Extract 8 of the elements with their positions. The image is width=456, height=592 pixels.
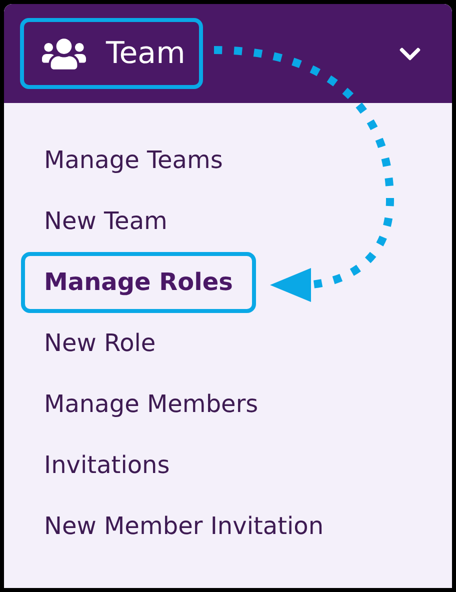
- menu-item[interactable]: Invitations: [21, 435, 193, 496]
- menu-item[interactable]: Manage Members: [21, 374, 282, 435]
- menu-item[interactable]: New Team: [21, 191, 190, 252]
- menu-item[interactable]: Manage Teams: [21, 130, 246, 191]
- menu-item[interactable]: Manage Roles: [21, 252, 256, 313]
- menu-item[interactable]: New Role: [21, 313, 179, 374]
- team-menu-button[interactable]: Team: [20, 18, 204, 89]
- menu-item[interactable]: New Member Invitation: [21, 496, 347, 557]
